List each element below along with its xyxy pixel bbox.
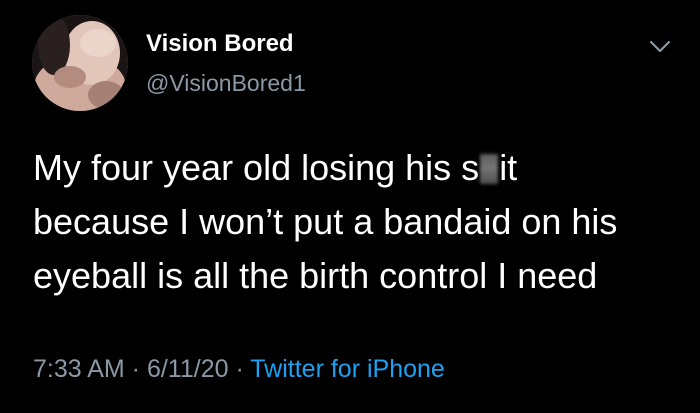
meta-separator: · [124, 355, 147, 383]
tweet-text-line: eyeball is all the birth control I need [33, 255, 598, 296]
tweet-time[interactable]: 7:33 AM [33, 355, 125, 383]
tweet-text-line: because I won’t put a bandaid on his [33, 201, 618, 242]
chevron-down-icon[interactable] [647, 36, 673, 56]
tweet-text-segment: it [499, 147, 518, 188]
author-handle[interactable]: @VisionBored1 [146, 70, 306, 97]
tweet-card: Vision Bored @VisionBored1 My four year … [0, 0, 700, 413]
tweet-text: My four year old losing his s it because … [33, 141, 683, 303]
avatar[interactable] [32, 15, 128, 111]
tweet-text-segment: My four year old losing his s [33, 147, 480, 188]
avatar-photo [32, 15, 128, 111]
meta-separator: · [228, 355, 251, 383]
author-display-name[interactable]: Vision Bored [146, 30, 294, 58]
tweet-source-link[interactable]: Twitter for iPhone [250, 355, 445, 383]
tweet-text-line: My four year old losing his s it [33, 141, 683, 195]
censor-blur [480, 154, 499, 184]
tweet-meta: 7:33 AM · 6/11/20 · Twitter for iPhone [33, 355, 445, 384]
tweet-date[interactable]: 6/11/20 [147, 355, 229, 383]
